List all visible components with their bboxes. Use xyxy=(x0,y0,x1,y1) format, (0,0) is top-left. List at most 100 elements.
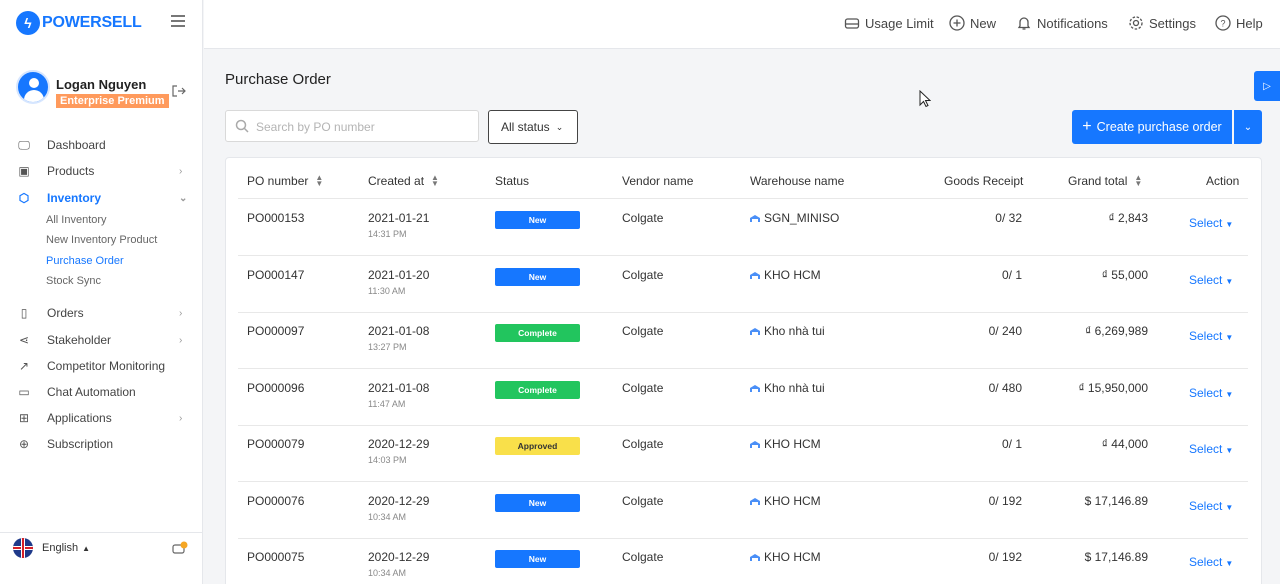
plan-badge: Enterprise Premium xyxy=(56,94,169,108)
status-badge: New xyxy=(495,493,580,512)
warehouse-name: KHO HCM xyxy=(749,437,821,451)
sidebar-subitem-purchase-order[interactable]: Purchase Order xyxy=(46,255,124,267)
goods-receipt: 0/ 1 xyxy=(1001,267,1022,282)
clipboard-icon: ▯ xyxy=(20,306,28,320)
table-row: PO000153 2021-01-21 14:31 PM New Colgate SGN_… xyxy=(238,199,1248,256)
play-icon: ▷ xyxy=(1263,80,1271,92)
gear-icon xyxy=(1129,16,1143,30)
sidebar-item-subscription[interactable]: ⊕ Subscription xyxy=(0,433,203,455)
created-date: 2021-01-21 xyxy=(368,211,430,225)
trend-icon: ↗ xyxy=(18,359,30,373)
sidebar-item-chat-automation[interactable]: ▭ Chat Automation xyxy=(0,381,203,403)
goods-receipt: 0/ 192 xyxy=(988,493,1022,508)
po-number[interactable]: PO000147 xyxy=(247,268,304,282)
chevron-right-icon: › xyxy=(179,412,183,424)
purchase-order-table: PO number ▲ ▼ Created at ▲ ▼ Status Vendor n… xyxy=(225,157,1262,584)
sidebar-subitem-new-inventory-product[interactable]: New Inventory Product xyxy=(46,234,157,246)
sidebar-subitem-all-inventory[interactable]: All Inventory xyxy=(46,214,107,226)
status-filter-dropdown[interactable]: All status ⌄ xyxy=(488,110,578,144)
row-action-select[interactable]: Select ▼ xyxy=(1189,555,1233,569)
create-purchase-order-button[interactable]: + Create purchase order xyxy=(1072,110,1232,144)
row-action-select[interactable]: Select ▼ xyxy=(1189,329,1233,343)
new-button[interactable]: New xyxy=(949,15,996,31)
sort-icon: ▲ ▼ xyxy=(431,173,439,188)
avatar[interactable] xyxy=(16,70,50,104)
warehouse-name: KHO HCM xyxy=(749,550,821,564)
usage-limit-button[interactable]: Usage Limit xyxy=(844,15,934,31)
created-time: 10:34 AM xyxy=(368,568,407,578)
created-time: 13:27 PM xyxy=(368,342,407,352)
vendor-name: Colgate xyxy=(622,550,664,564)
warehouse-icon xyxy=(750,384,760,392)
row-action-select[interactable]: Select ▼ xyxy=(1189,499,1233,513)
help-button[interactable]: ? Help xyxy=(1215,15,1263,31)
sidebar-item-products[interactable]: ▣ Products › xyxy=(0,160,203,182)
created-time: 14:03 PM xyxy=(368,455,407,465)
po-number[interactable]: PO000097 xyxy=(247,324,304,338)
goods-receipt: 0/ 192 xyxy=(988,550,1022,564)
header-vendor-name: Vendor name xyxy=(622,174,694,188)
po-number[interactable]: PO000076 xyxy=(247,494,304,508)
chevron-down-icon: ⌄ xyxy=(1243,121,1253,133)
grand-total: $ 17,146.89 xyxy=(1084,493,1148,508)
panel-toggle-button[interactable]: ▷ xyxy=(1254,71,1280,101)
po-number[interactable]: PO000096 xyxy=(247,381,304,395)
goods-receipt: 0/ 240 xyxy=(988,324,1022,338)
lightning-logo-icon: ϟ xyxy=(16,11,40,35)
created-time: 10:34 AM xyxy=(368,511,407,522)
created-date: 2021-01-08 xyxy=(368,380,430,395)
warehouse-name: Kho nhà tui xyxy=(749,381,825,395)
warehouse-name: KHO HCM xyxy=(749,268,821,282)
search-box[interactable] xyxy=(225,110,479,142)
sidebar-item-stakeholder[interactable]: ⋖ Stakeholder › xyxy=(0,329,203,351)
header-created-at[interactable]: Created at ▲ ▼ xyxy=(368,173,439,189)
menu-toggle-icon[interactable] xyxy=(171,15,185,30)
status-badge: New xyxy=(495,550,580,568)
caret-down-icon: ▼ xyxy=(1225,276,1234,286)
bag-icon: ▣ xyxy=(18,164,30,178)
vendor-name: Colgate xyxy=(622,267,664,282)
notifications-button[interactable]: Notifications xyxy=(1016,15,1108,31)
search-input[interactable] xyxy=(256,117,471,137)
uk-flag-icon xyxy=(13,538,33,558)
box-icon: ⬡ xyxy=(18,191,30,205)
grid-icon: ⊞ xyxy=(18,411,30,425)
row-action-select[interactable]: Select ▼ xyxy=(1189,216,1233,230)
table-row: PO000075 2020-12-29 10:34 AM New Colgate KHO … xyxy=(238,538,1248,584)
status-badge: Complete xyxy=(495,380,580,399)
top-bar: Usage Limit New Notifications Settings ?… xyxy=(204,0,1280,49)
po-number[interactable]: PO000075 xyxy=(247,550,304,564)
header-grand-total[interactable]: Grand total ▲ ▼ xyxy=(1068,174,1142,189)
sidebar-item-dashboard[interactable]: 🖵 Dashboard xyxy=(0,134,203,156)
caret-down-icon: ▼ xyxy=(1225,502,1234,512)
sidebar-item-applications[interactable]: ⊞ Applications › xyxy=(0,407,203,429)
sidebar-item-inventory[interactable]: ⬡ Inventory ⌄ xyxy=(0,187,203,209)
sidebar-item-orders[interactable]: ▯ Orders › xyxy=(0,302,203,324)
chat-notification-icon[interactable] xyxy=(172,541,188,555)
logout-icon[interactable] xyxy=(172,85,186,97)
grand-total: ₫ 15,950,000 xyxy=(1078,380,1148,395)
sidebar-subitem-stock-sync[interactable]: Stock Sync xyxy=(46,275,101,287)
logo[interactable]: ϟ POWERSELL xyxy=(0,0,202,46)
caret-up-icon: ▲ xyxy=(82,543,90,553)
caret-down-icon: ▼ xyxy=(1225,333,1234,342)
sidebar-item-competitor-monitoring[interactable]: ↗ Competitor Monitoring xyxy=(0,355,203,377)
share-icon: ⋖ xyxy=(18,333,30,347)
table-row: PO000076 2020-12-29 10:34 AM New Colgate KHO … xyxy=(238,482,1248,539)
settings-button[interactable]: Settings xyxy=(1128,15,1196,31)
create-options-dropdown[interactable]: ⌄ xyxy=(1234,110,1262,144)
grand-total: ₫ 6,269,989 xyxy=(1085,324,1148,338)
row-action-select[interactable]: Select ▼ xyxy=(1189,442,1233,456)
vendor-name: Colgate xyxy=(622,380,664,395)
po-number[interactable]: PO000153 xyxy=(247,211,304,225)
po-number[interactable]: PO000079 xyxy=(247,437,304,451)
language-bar: English ▲ xyxy=(0,532,203,563)
created-date: 2020-12-29 xyxy=(368,550,430,564)
row-action-select[interactable]: Select ▼ xyxy=(1189,386,1233,400)
language-selector[interactable]: English xyxy=(42,542,78,554)
user-profile: Logan Nguyen Enterprise Premium xyxy=(16,70,196,110)
header-po-number[interactable]: PO number ▲ ▼ xyxy=(247,174,323,189)
row-action-select[interactable]: Select ▼ xyxy=(1189,273,1233,287)
warehouse-name: KHO HCM xyxy=(749,494,821,508)
sidebar: ϟ POWERSELL Logan Nguyen Enterprise Prem… xyxy=(0,0,203,584)
